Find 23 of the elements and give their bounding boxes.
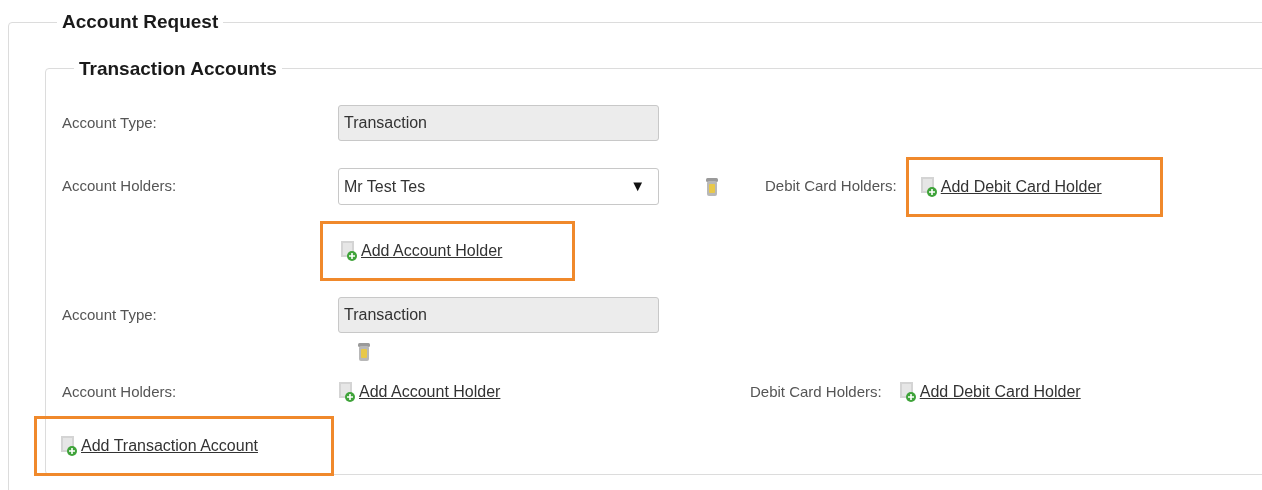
account-type-field: Transaction: [338, 297, 659, 333]
field-label: Account Type:: [62, 304, 158, 325]
add-icon: [60, 436, 80, 456]
subsection-title: Transaction Accounts: [78, 56, 278, 81]
add-icon: [898, 382, 919, 402]
add-link[interactable]: Add Debit Card Holder: [895, 378, 1156, 406]
section-title: Account Request: [61, 10, 220, 34]
trash-icon[interactable]: [357, 342, 371, 362]
field-label: Account Holders:: [62, 176, 178, 197]
field-label: Debit Card Holders:: [765, 176, 897, 197]
add-link[interactable]: Add Account Holder: [335, 378, 595, 406]
holder-dropdown[interactable]: Mr Test Tes ▼: [338, 168, 659, 205]
add-link[interactable]: Add Transaction Account: [34, 416, 334, 476]
add-icon: [338, 382, 358, 402]
account-type-field: Transaction: [338, 105, 659, 141]
field-label: Debit Card Holders:: [750, 381, 882, 402]
add-icon: [340, 241, 360, 261]
field-label: Account Holders:: [62, 381, 178, 402]
add-link[interactable]: Add Debit Card Holder: [905, 156, 1163, 217]
add-icon: [919, 176, 940, 197]
field-label: Account Type:: [62, 112, 158, 133]
trash-icon[interactable]: [705, 176, 719, 197]
add-link[interactable]: Add Account Holder: [320, 221, 575, 281]
